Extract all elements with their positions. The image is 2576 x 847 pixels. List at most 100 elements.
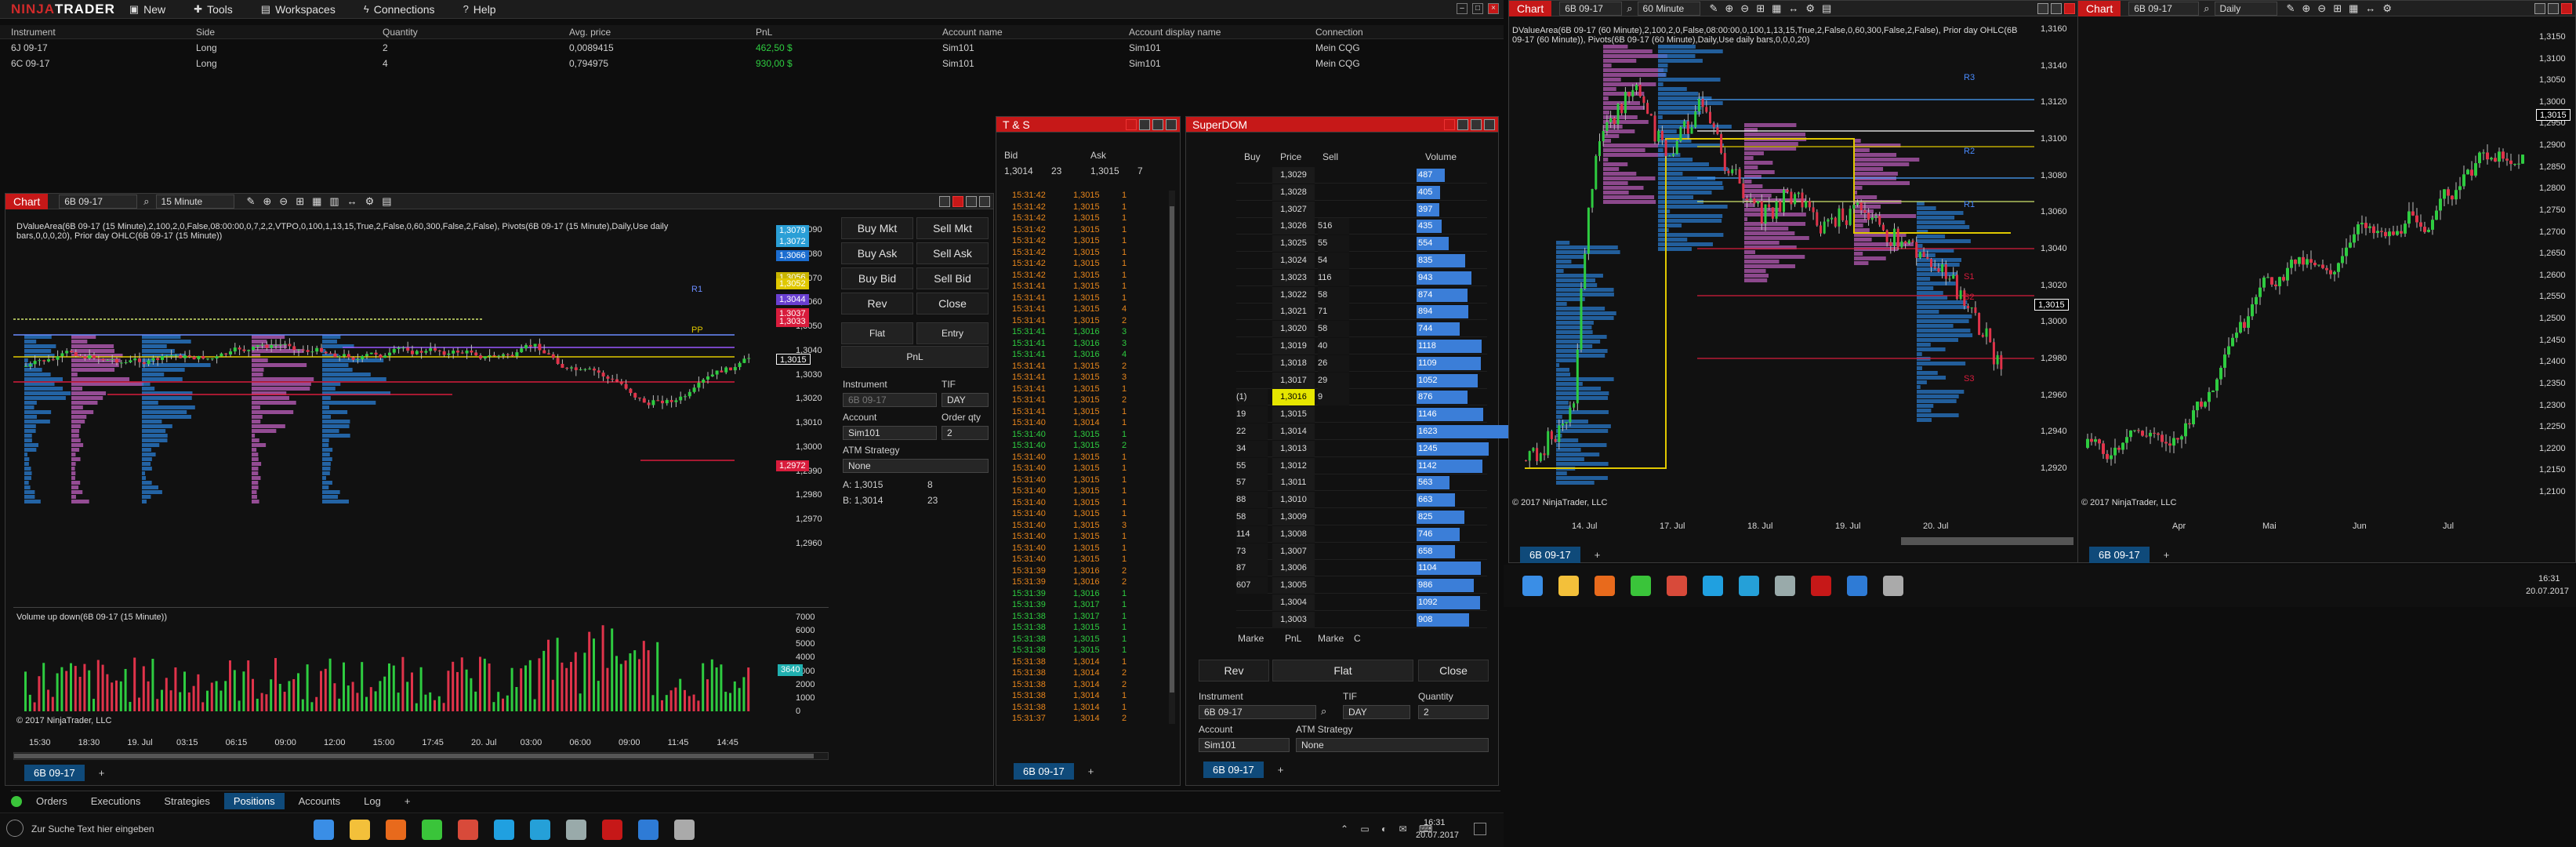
tab-log[interactable]: Log bbox=[354, 793, 390, 809]
price-axis[interactable]: 1,3160 1,3140 1,3120 1,3100 1,3080 1,3060 1,30… bbox=[2034, 24, 2080, 511]
add-tab-button[interactable]: + bbox=[89, 765, 114, 781]
minimize-icon[interactable] bbox=[2037, 2, 2048, 14]
add-tab-button[interactable]: + bbox=[1268, 762, 1293, 778]
restore-icon[interactable] bbox=[952, 195, 963, 207]
account-select[interactable]: Sim101 bbox=[1199, 738, 1290, 752]
time-axis[interactable]: 14. Jul 17. Jul 18. Jul 19. Jul 20. Jul bbox=[1509, 522, 2034, 534]
table-row[interactable]: 6J 09-17 Long 2 0,0089415 462,50 $ Sim10… bbox=[0, 41, 1504, 55]
col-account-name[interactable]: Account name bbox=[942, 25, 1003, 39]
price-chart-60m[interactable] bbox=[1509, 45, 2034, 500]
tif-select[interactable]: DAY bbox=[1343, 705, 1410, 719]
tab-strategies[interactable]: Strategies bbox=[154, 793, 220, 809]
minimize-icon[interactable]: – bbox=[1457, 3, 1468, 14]
tab-orders[interactable]: Orders bbox=[27, 793, 77, 809]
restore-icon[interactable] bbox=[2548, 2, 2559, 14]
instrument-selector[interactable]: 6B 09-17 bbox=[1199, 705, 1316, 719]
tab-positions[interactable]: Positions bbox=[223, 793, 285, 809]
maximize-icon[interactable] bbox=[1152, 118, 1163, 130]
account-select[interactable]: Sim101 bbox=[843, 426, 937, 440]
col-instrument[interactable]: Instrument bbox=[11, 25, 56, 39]
taskbar-app-icon[interactable] bbox=[566, 820, 586, 840]
restore-icon[interactable] bbox=[1457, 118, 1468, 130]
taskbar-app-icon[interactable] bbox=[1883, 576, 1903, 596]
close-icon[interactable] bbox=[1166, 118, 1177, 130]
col-avg-price[interactable]: Avg. price bbox=[569, 25, 611, 39]
tab-accounts[interactable]: Accounts bbox=[289, 793, 350, 809]
sell-market-button[interactable]: Marke bbox=[1318, 633, 1344, 644]
sell-ask-button[interactable]: Sell Ask bbox=[916, 242, 989, 264]
taskbar-app-icon[interactable] bbox=[1811, 576, 1831, 596]
sell-mkt-button[interactable]: Sell Mkt bbox=[916, 217, 989, 239]
taskbar-app-icon[interactable] bbox=[458, 820, 478, 840]
dom-ladder[interactable]: 1,3029 487 1,3028 405 1,3027 397 1,3026 516 435 1… bbox=[1236, 167, 1511, 638]
add-tab-button[interactable]: + bbox=[395, 793, 420, 809]
minimize-icon[interactable] bbox=[939, 195, 950, 207]
close-icon[interactable] bbox=[979, 195, 990, 207]
volume-chart[interactable] bbox=[13, 617, 766, 727]
restore-icon[interactable] bbox=[2051, 2, 2062, 14]
toolbar-icons[interactable]: ✎⊕⊖⊞▦▥↔⚙▤ bbox=[247, 195, 400, 208]
tab-executions[interactable]: Executions bbox=[82, 793, 151, 809]
time-axis[interactable]: Apr Mai Jun Jul bbox=[2078, 522, 2533, 534]
taskbar-search-input[interactable]: Zur Suche Text hier eingeben bbox=[31, 823, 154, 834]
quantity-stepper[interactable]: 2 bbox=[942, 426, 989, 440]
toolbar-icons[interactable]: ✎⊕⊖⊞▦↔⚙▤ bbox=[1710, 2, 1839, 15]
maximize-icon[interactable] bbox=[966, 195, 977, 207]
instrument-field[interactable]: 6B 09-17 bbox=[843, 393, 937, 407]
vertical-scrollbar[interactable] bbox=[1169, 191, 1175, 724]
maximize-icon[interactable] bbox=[1471, 118, 1482, 130]
taskbar-app-icon[interactable] bbox=[1595, 576, 1615, 596]
interval-selector[interactable]: 60 Minute bbox=[1637, 1, 1700, 16]
table-row[interactable]: 6C 09-17 Long 4 0,794975 930,00 $ Sim101… bbox=[0, 56, 1504, 71]
taskbar-app-icon[interactable] bbox=[314, 820, 334, 840]
search-icon[interactable] bbox=[6, 820, 24, 837]
search-icon[interactable]: ⌕ bbox=[2204, 2, 2209, 15]
taskbar-app-icon[interactable] bbox=[1631, 576, 1651, 596]
menu-tools[interactable]: ✚ Tools bbox=[194, 3, 233, 16]
taskbar-app-icon[interactable] bbox=[1558, 576, 1579, 596]
menu-new[interactable]: ▣ New bbox=[129, 3, 165, 16]
search-icon[interactable]: ⌕ bbox=[1627, 2, 1632, 15]
price-axis[interactable]: 1,3150 1,3100 1,3050 1,3000 1,2950 1,2900 1,28… bbox=[2533, 24, 2576, 511]
sell-bid-button[interactable]: Sell Bid bbox=[916, 267, 989, 289]
time-axis[interactable]: 15:30 18:30 19. Jul 03:15 06:15 09:00 12:00 15:… bbox=[13, 738, 766, 751]
search-icon[interactable]: ⌕ bbox=[143, 195, 149, 208]
taskbar-app-icon[interactable] bbox=[350, 820, 370, 840]
maximize-icon[interactable]: □ bbox=[1472, 3, 1483, 14]
interval-selector[interactable]: 15 Minute bbox=[155, 194, 234, 209]
close-icon[interactable] bbox=[2561, 2, 2572, 14]
atm-select[interactable]: None bbox=[1296, 738, 1489, 752]
minimize-icon[interactable] bbox=[1444, 118, 1455, 130]
ts-tab[interactable]: 6B 09-17 bbox=[1014, 763, 1074, 780]
taskbar-app-icon[interactable] bbox=[1775, 576, 1795, 596]
buy-ask-button[interactable]: Buy Ask bbox=[841, 242, 913, 264]
notifications-icon[interactable] bbox=[1474, 823, 1486, 835]
taskbar-app-icon[interactable] bbox=[530, 820, 550, 840]
toolbar-icons[interactable]: ✎⊕⊖⊞▦↔⚙ bbox=[2287, 2, 2400, 15]
taskbar-app-icon[interactable] bbox=[1667, 576, 1687, 596]
add-tab-button[interactable]: + bbox=[1585, 547, 1610, 563]
close-icon[interactable] bbox=[1484, 118, 1495, 130]
atm-select[interactable]: None bbox=[843, 459, 989, 473]
col-side[interactable]: Side bbox=[196, 25, 215, 39]
taskbar-app-icon[interactable] bbox=[1703, 576, 1723, 596]
add-tab-button[interactable]: + bbox=[1079, 763, 1104, 780]
col-account-display-name[interactable]: Account display name bbox=[1129, 25, 1221, 39]
taskbar-app-icon[interactable] bbox=[1847, 576, 1867, 596]
buy-mkt-button[interactable]: Buy Mkt bbox=[841, 217, 913, 239]
close-icon[interactable] bbox=[2064, 2, 2075, 14]
taskbar-apps[interactable] bbox=[1522, 576, 2008, 598]
chart-tab[interactable]: 6B 09-17 bbox=[2089, 547, 2150, 563]
instrument-selector[interactable]: 6B 09-17 bbox=[2128, 1, 2200, 16]
buy-market-button[interactable]: Marke bbox=[1238, 633, 1264, 644]
instrument-selector[interactable]: 6B 09-17 bbox=[1559, 1, 1623, 16]
taskbar-apps[interactable] bbox=[314, 820, 721, 842]
instrument-selector[interactable]: 6B 09-17 bbox=[59, 194, 138, 209]
menu-help[interactable]: ? Help bbox=[463, 3, 496, 16]
close-button[interactable]: Close bbox=[1418, 660, 1489, 682]
add-tab-button[interactable]: + bbox=[2154, 547, 2179, 563]
buy-bid-button[interactable]: Buy Bid bbox=[841, 267, 913, 289]
chart-tab[interactable]: 6B 09-17 bbox=[1520, 547, 1580, 563]
taskbar-app-icon[interactable] bbox=[494, 820, 514, 840]
menu-workspaces[interactable]: ▤ Workspaces bbox=[261, 3, 336, 16]
